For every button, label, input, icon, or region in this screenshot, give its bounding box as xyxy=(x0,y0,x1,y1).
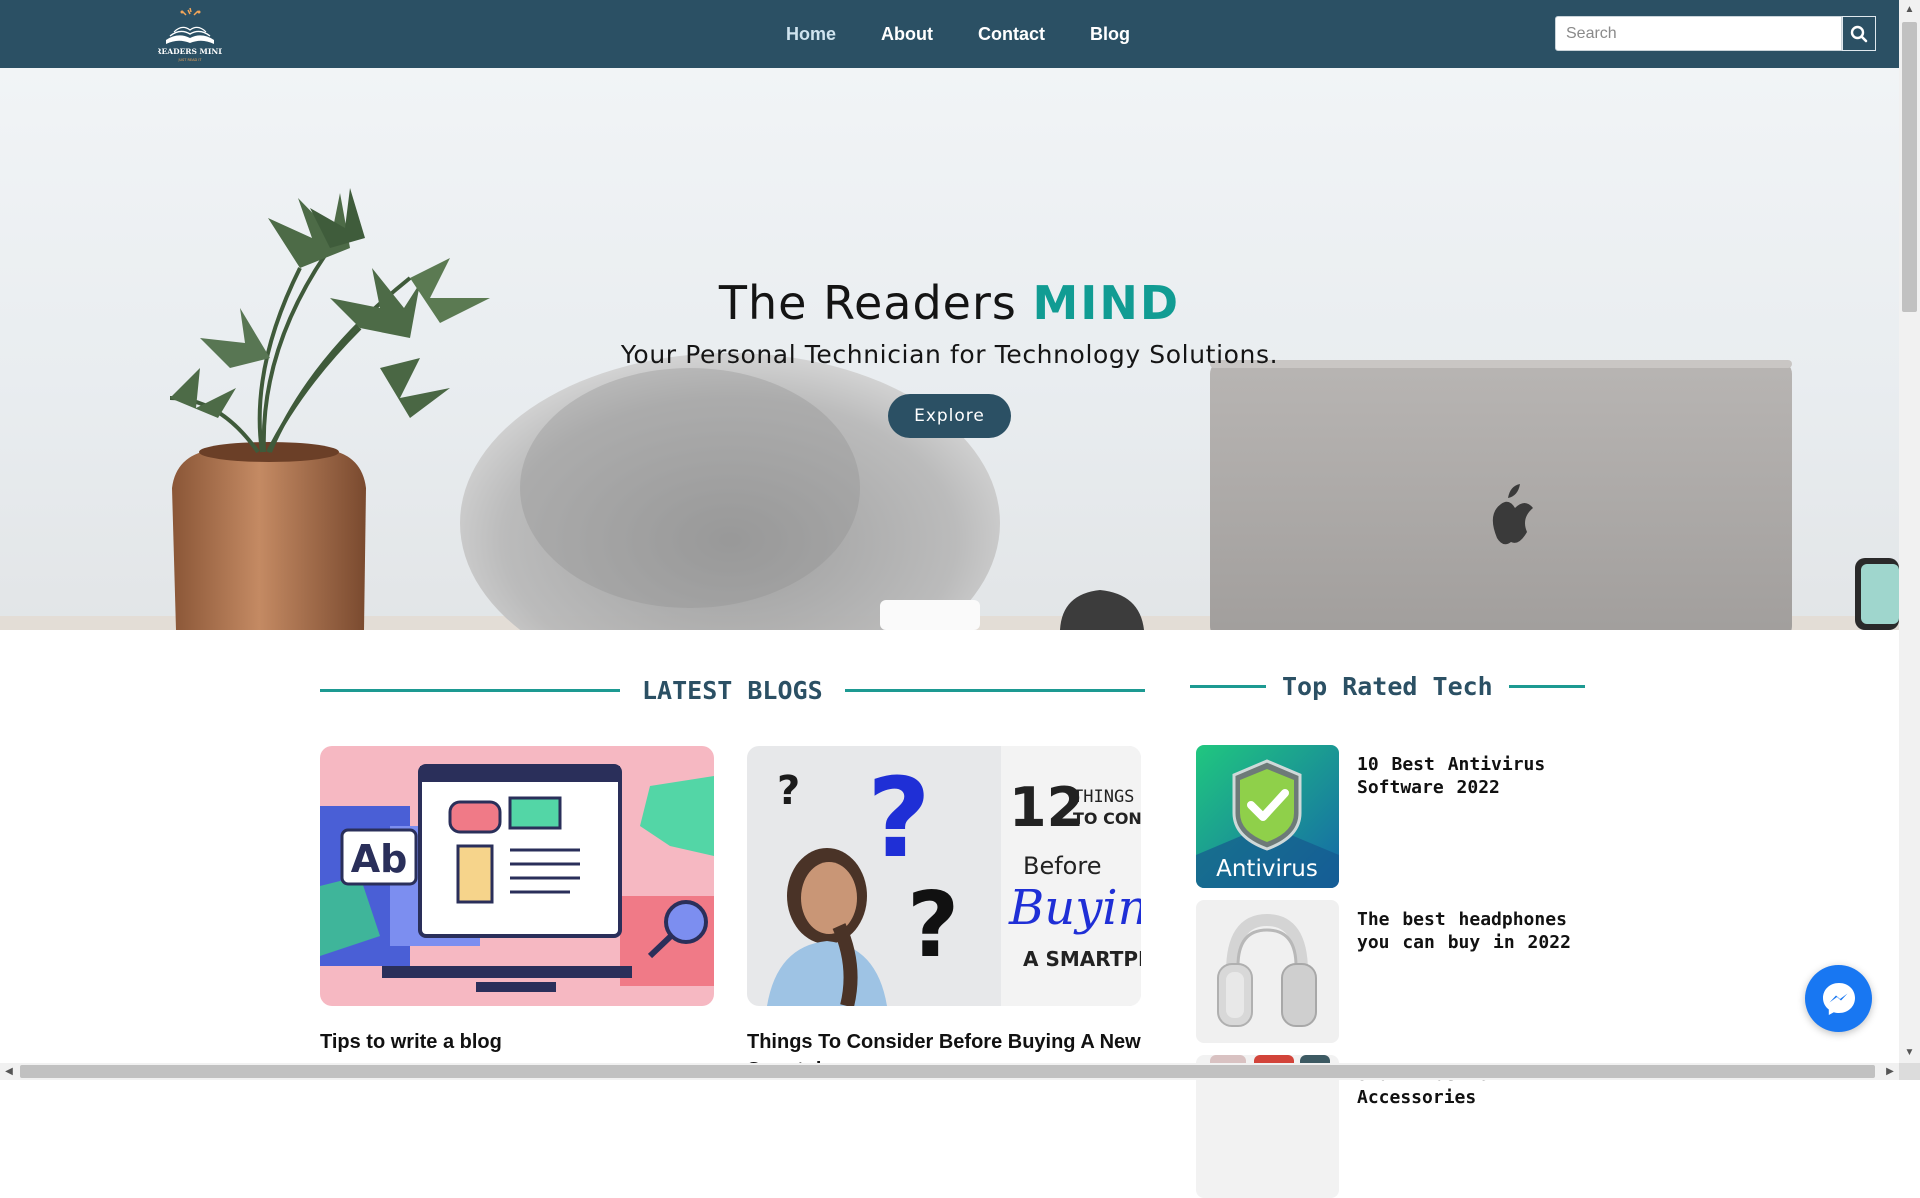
vertical-scrollbar[interactable]: ▲ ▼ xyxy=(1899,0,1920,1063)
hero-subtitle: Your Personal Technician for Technology … xyxy=(620,340,1279,369)
site-logo[interactable]: READERS MIND JUST READ IT xyxy=(158,6,222,64)
blog-card-title[interactable]: Tips to write a blog xyxy=(320,1028,714,1056)
scroll-down-arrow-icon[interactable]: ▼ xyxy=(1899,1043,1920,1063)
tech-thumbnail[interactable]: Antivirus xyxy=(1196,745,1339,888)
scrollbar-corner xyxy=(1899,1063,1920,1080)
thumb-buying: Buyin xyxy=(1008,880,1141,936)
main-nav: Home About Contact Blog xyxy=(786,0,1130,68)
nav-blog[interactable]: Blog xyxy=(1090,24,1130,45)
thumb-before: Before xyxy=(1023,852,1101,880)
nav-home[interactable]: Home xyxy=(786,24,836,45)
thumb-consider: TO CONSI xyxy=(1073,809,1141,828)
hero-title-accent: MIND xyxy=(1032,276,1181,330)
hero-title: The Readers MIND xyxy=(0,276,1899,330)
thumb-number: 12 xyxy=(1009,776,1084,839)
latest-blogs-heading: LATEST BLOGS xyxy=(320,676,1145,705)
scroll-up-arrow-icon[interactable]: ▲ xyxy=(1899,0,1920,20)
heading-rule-right xyxy=(844,689,1145,692)
tech-item[interactable]: The best headphones you can buy in 2022 xyxy=(1196,900,1586,1043)
search-input[interactable] xyxy=(1555,16,1842,51)
svg-text:?: ? xyxy=(907,873,959,978)
antivirus-thumb-label: Antivirus xyxy=(1216,856,1318,882)
horizontal-scrollbar[interactable]: ◀ ▶ xyxy=(0,1063,1899,1080)
tech-item[interactable]: Antivirus 10 Best Antivirus Software 202… xyxy=(1196,745,1586,888)
blog-card[interactable]: Ab Tips to write a blog xyxy=(320,746,714,1056)
explore-button[interactable]: Explore xyxy=(888,394,1011,438)
scroll-left-arrow-icon[interactable]: ◀ xyxy=(0,1063,18,1080)
blog-thumbnail[interactable]: ? ? ? 12 THINGS TO CONSI Before Buyin A … xyxy=(747,746,1141,1006)
thumb-smartphone: A SMARTPHO xyxy=(1023,947,1141,971)
nav-about[interactable]: About xyxy=(881,24,933,45)
latest-blogs-label: LATEST BLOGS xyxy=(642,676,823,705)
tech-thumbnail[interactable] xyxy=(1196,900,1339,1043)
vertical-scroll-thumb[interactable] xyxy=(1902,22,1917,312)
blog-thumbnail[interactable]: Ab xyxy=(320,746,714,1006)
thumb-ab-text: Ab xyxy=(351,837,408,881)
blog-card[interactable]: ? ? ? 12 THINGS TO CONSI Before Buyin A … xyxy=(747,746,1141,1084)
thumb-things: THINGS xyxy=(1073,787,1134,807)
horizontal-scroll-thumb[interactable] xyxy=(20,1065,1875,1078)
hero-banner: The Readers MIND Your Personal Technicia… xyxy=(0,68,1899,630)
scroll-right-arrow-icon[interactable]: ▶ xyxy=(1881,1063,1899,1080)
tech-item-title[interactable]: The best headphones you can buy in 2022 xyxy=(1357,908,1587,954)
logo-tagline: JUST READ IT xyxy=(177,58,202,62)
messenger-chat-button[interactable] xyxy=(1805,965,1872,1032)
search-button[interactable] xyxy=(1842,16,1876,51)
messenger-icon xyxy=(1822,982,1855,1015)
search-icon xyxy=(1850,25,1868,42)
heading-rule-left xyxy=(1190,685,1266,688)
logo-wordmark: READERS MIND xyxy=(158,47,222,56)
tech-item-title[interactable]: 10 Best Antivirus Software 2022 xyxy=(1357,753,1587,799)
heading-rule-right xyxy=(1508,685,1585,688)
nav-contact[interactable]: Contact xyxy=(978,24,1045,45)
hero-title-main: The Readers xyxy=(718,276,1017,330)
top-navbar: READERS MIND JUST READ IT Home About Con… xyxy=(0,0,1899,68)
svg-text:?: ? xyxy=(777,768,800,814)
top-rated-label: Top Rated Tech xyxy=(1282,672,1493,701)
heading-rule-left xyxy=(320,689,620,692)
top-rated-heading: Top Rated Tech xyxy=(1190,672,1585,701)
svg-text:?: ? xyxy=(867,754,931,882)
